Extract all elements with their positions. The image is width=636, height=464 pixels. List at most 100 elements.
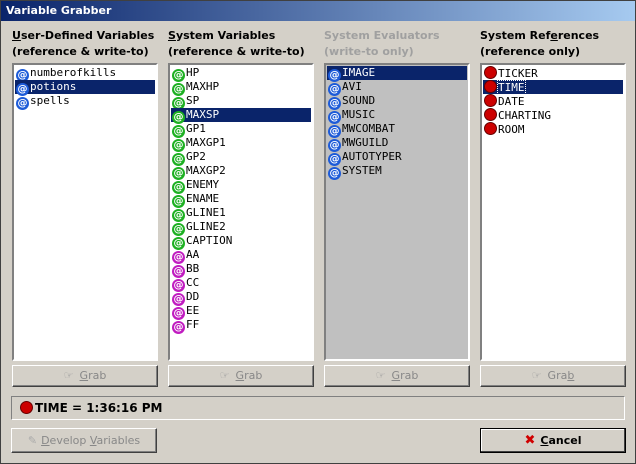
- list-item: @ SOUND: [327, 94, 467, 110]
- list-item[interactable]: @ ENEMY: [171, 178, 311, 194]
- grab-button-system-variables[interactable]: ☞ Grab: [168, 365, 314, 387]
- cancel-button[interactable]: ✖ Cancel: [480, 428, 626, 453]
- list-item[interactable]: CHARTING: [483, 108, 623, 122]
- system-references-header: System References (reference only): [480, 29, 600, 58]
- variable-at-icon: @: [172, 321, 185, 334]
- list-item[interactable]: @ SP: [171, 94, 311, 110]
- list-item[interactable]: @ MAXHP: [171, 80, 311, 96]
- list-item: @ MUSIC: [327, 108, 467, 124]
- list-item[interactable]: @ numberofkills: [15, 66, 155, 82]
- list-item[interactable]: TICKER: [483, 66, 623, 80]
- list-item: @ SYSTEM: [327, 164, 467, 180]
- list-item-label: MAXGP2: [186, 164, 226, 177]
- grab-hand-icon: ☞: [531, 369, 542, 382]
- grab-button-user-defined[interactable]: ☞ Grab: [12, 365, 158, 387]
- list-item-label: HP: [186, 66, 200, 79]
- list-item[interactable]: @ MAXGP2: [171, 164, 311, 180]
- list-item-label: SOUND: [342, 94, 376, 107]
- list-item[interactable]: @ spells: [15, 94, 155, 110]
- list-item-label: potions: [30, 80, 77, 93]
- list-item: @ AUTOTYPER: [327, 150, 467, 166]
- list-item-label: MUSIC: [342, 108, 376, 121]
- list-item[interactable]: @ CAPTION: [171, 234, 311, 250]
- list-item[interactable]: @ EE: [171, 304, 311, 320]
- list-item[interactable]: @ FF: [171, 318, 311, 334]
- list-item: @ MWGUILD: [327, 136, 467, 152]
- list-item-label: GP1: [186, 122, 206, 135]
- list-item-label: MWGUILD: [342, 136, 389, 149]
- reference-dot-icon: [20, 401, 33, 414]
- reference-dot-icon: [484, 122, 497, 135]
- list-item-label: DATE: [498, 95, 525, 108]
- variable-at-icon: @: [16, 97, 29, 110]
- system-evaluators-header: System Evaluators (write-to only): [324, 29, 440, 58]
- list-item[interactable]: @ potions: [15, 80, 155, 96]
- list-item-label: CAPTION: [186, 234, 233, 247]
- list-item-label: ROOM: [498, 123, 525, 136]
- list-item[interactable]: @ ENAME: [171, 192, 311, 208]
- develop-variables-button[interactable]: ✎ Develop Variables: [11, 428, 157, 453]
- variable-grabber-window: Variable Grabber User-Defined Variables …: [0, 0, 636, 464]
- list-item[interactable]: @ GP1: [171, 122, 311, 138]
- reference-dot-icon: [484, 66, 497, 79]
- list-item[interactable]: @ GLINE2: [171, 220, 311, 236]
- grab-button-system-references[interactable]: ☞ Grab: [480, 365, 626, 387]
- list-item[interactable]: @ CC: [171, 276, 311, 292]
- list-item-label: DD: [186, 290, 200, 303]
- list-item[interactable]: @ GLINE1: [171, 206, 311, 222]
- list-item-label: EE: [186, 304, 200, 317]
- system-evaluators-list: @ IMAGE @ AVI @ SOUND @ MUSIC @ MWCOMBAT @ MWGUILD @…: [324, 63, 470, 361]
- list-item-label: AVI: [342, 80, 362, 93]
- list-item-label: ENAME: [186, 192, 220, 205]
- list-item-label: GLINE1: [186, 206, 226, 219]
- develop-icon: ✎: [27, 434, 38, 447]
- list-item-label: MWCOMBAT: [342, 122, 395, 135]
- status-text: TIME = 1:36:16 PM: [35, 401, 163, 415]
- list-item: @ AVI: [327, 80, 467, 96]
- grab-button-system-evaluators[interactable]: ☞ Grab: [324, 365, 470, 387]
- system-variables-header: System Variables (reference & write-to): [168, 29, 305, 58]
- title-bar[interactable]: Variable Grabber: [1, 1, 635, 21]
- list-item[interactable]: @ AA: [171, 248, 311, 264]
- list-item[interactable]: @ HP: [171, 66, 311, 82]
- list-item-label: GLINE2: [186, 220, 226, 233]
- list-item[interactable]: TIME: [483, 80, 623, 95]
- status-panel: TIME = 1:36:16 PM: [11, 396, 625, 420]
- grab-hand-icon: ☞: [375, 369, 386, 382]
- close-icon: ✖: [524, 433, 536, 448]
- list-item[interactable]: ROOM: [483, 122, 623, 136]
- reference-dot-icon: [484, 94, 497, 107]
- reference-dot-icon: [484, 80, 497, 93]
- list-item: @ IMAGE: [327, 66, 467, 82]
- list-item[interactable]: @ MAXSP: [171, 108, 311, 124]
- list-item-label: MAXGP1: [186, 136, 226, 149]
- variable-at-icon: @: [328, 167, 341, 180]
- grab-hand-icon: ☞: [219, 369, 230, 382]
- list-item: @ MWCOMBAT: [327, 122, 467, 138]
- list-item-label: TIME: [497, 80, 526, 95]
- list-item[interactable]: @ GP2: [171, 150, 311, 166]
- window-title: Variable Grabber: [6, 4, 112, 17]
- system-variables-list[interactable]: @ HP @ MAXHP @ SP @ MAXSP @ GP1 @ MAXGP1 @ GP2 @ MAXGP2…: [168, 63, 314, 361]
- system-references-list[interactable]: TICKER TIME DATE CHARTING ROOM: [480, 63, 626, 361]
- list-item-label: spells: [30, 94, 70, 107]
- list-item-label: MAXHP: [186, 80, 220, 93]
- grab-hand-icon: ☞: [63, 369, 74, 382]
- list-item-label: numberofkills: [30, 66, 117, 79]
- list-item-label: TICKER: [498, 67, 538, 80]
- reference-dot-icon: [484, 108, 497, 121]
- list-item-label: BB: [186, 262, 200, 275]
- list-item[interactable]: DATE: [483, 94, 623, 108]
- list-item-label: FF: [186, 318, 200, 331]
- list-item[interactable]: @ MAXGP1: [171, 136, 311, 152]
- list-item-label: ENEMY: [186, 178, 220, 191]
- list-item[interactable]: @ DD: [171, 290, 311, 306]
- list-item-label: SP: [186, 94, 200, 107]
- list-item[interactable]: @ BB: [171, 262, 311, 278]
- user-defined-variables-list[interactable]: @ numberofkills @ potions @ spells: [12, 63, 158, 361]
- list-item-label: CHARTING: [498, 109, 551, 122]
- list-item-label: IMAGE: [342, 66, 376, 79]
- list-item-label: AUTOTYPER: [342, 150, 402, 163]
- list-item-label: CC: [186, 276, 200, 289]
- user-defined-variables-header: User-Defined Variables (reference & writ…: [12, 29, 155, 58]
